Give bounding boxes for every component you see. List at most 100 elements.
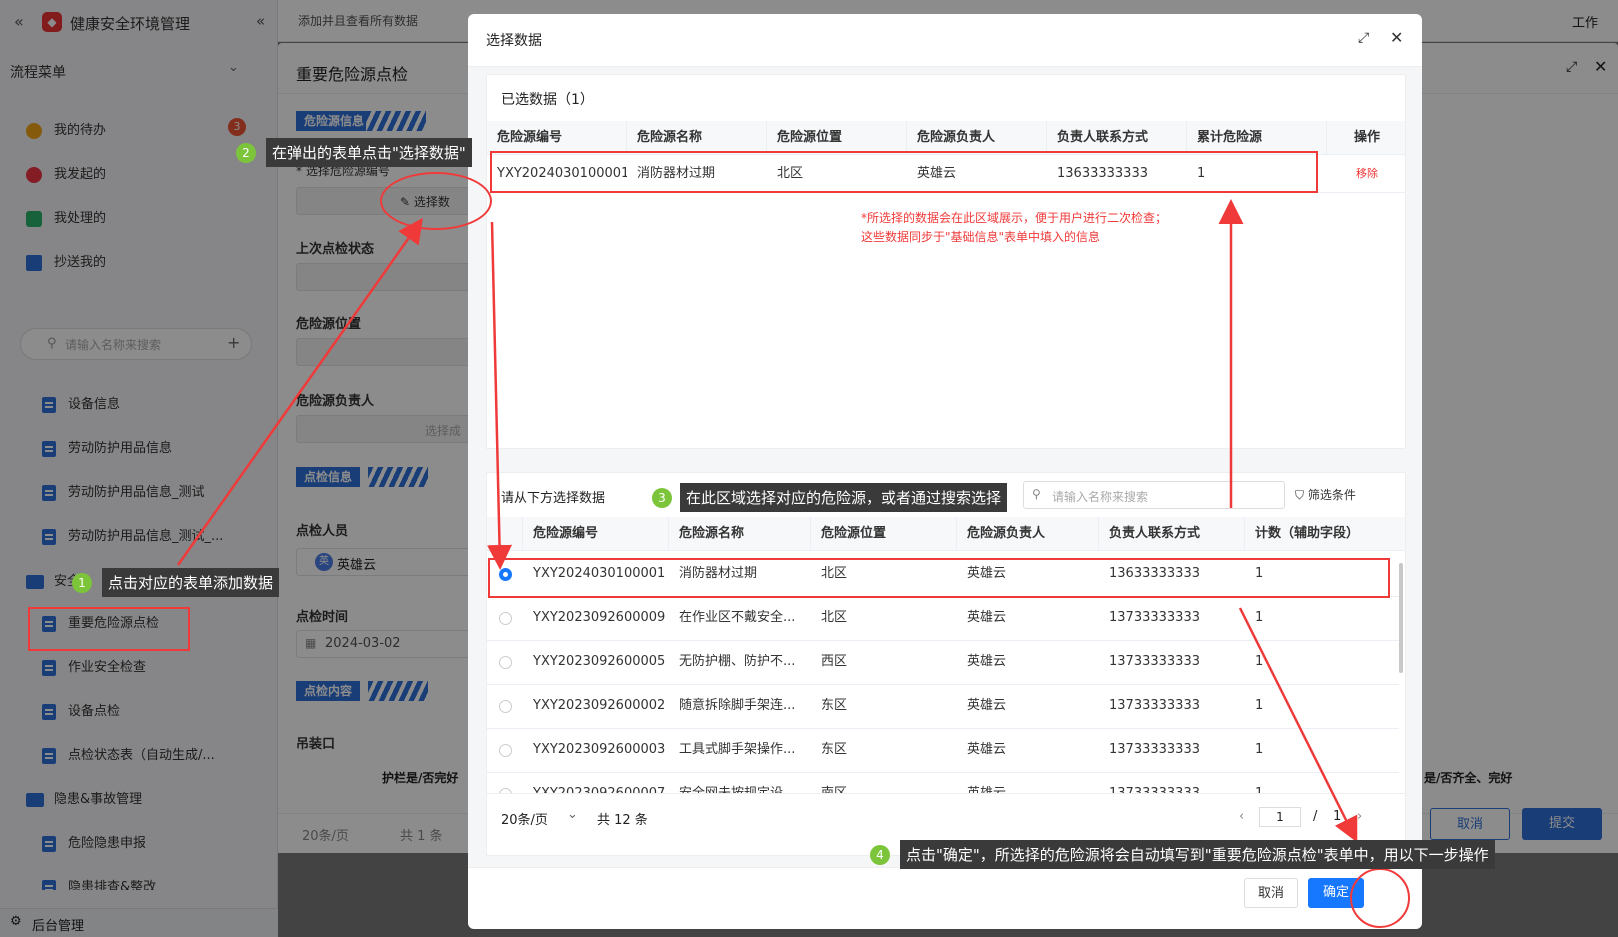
page-input[interactable]: 1 [1259, 807, 1301, 827]
selected-panel: 已选数据（1） 危险源编号 危险源名称 危险源位置 危险源负责人 负责人联系方式… [486, 74, 1406, 449]
table-row[interactable]: YXY2023092600005 无防护棚、防护不... 西区 英雄云 13733333… [487, 641, 1399, 685]
total-count: 共 12 条 [597, 813, 648, 828]
confirm-button[interactable]: 确定 [1308, 878, 1364, 908]
step-number-4: 4 [870, 845, 890, 865]
prev-page-icon[interactable]: ‹ [1239, 809, 1244, 824]
cell: 英雄云 [967, 610, 1007, 625]
step-number-3: 3 [652, 488, 672, 508]
col-header: 累计危险源 [1187, 121, 1327, 155]
col-header: 危险源编号 [523, 517, 669, 551]
col-header: 危险源位置 [811, 517, 957, 551]
cell: 英雄云 [957, 773, 1099, 793]
selected-note: *所选择的数据会在此区域展示，便于用户进行二次检查； 这些数据同步于"基础信息"… [861, 209, 1167, 247]
cell: 1 [1255, 566, 1264, 581]
col-header: 危险源编号 [487, 121, 627, 155]
cell: 1 [1255, 654, 1264, 669]
cell: 南区 [811, 773, 957, 793]
step-1-callout: 点击对应的表单添加数据 [102, 568, 280, 597]
col-header: 危险源负责人 [957, 517, 1099, 551]
modal-title: 选择数据 [486, 33, 542, 49]
cell: 安全网未按规定设... [669, 773, 811, 793]
cell: YXY2023092600009 [533, 610, 666, 625]
cell: 东区 [821, 698, 848, 713]
cell: 13733333333 [1109, 610, 1200, 625]
cell: 无防护棚、防护不... [679, 654, 796, 669]
cell: 1 [1255, 742, 1264, 757]
cancel-button[interactable]: 取消 [1244, 878, 1298, 908]
radio-button[interactable] [499, 612, 512, 625]
cell: 英雄云 [967, 654, 1007, 669]
page-separator: / [1313, 809, 1318, 824]
search-input[interactable]: ⚲ 请输入名称来搜索 [1023, 481, 1285, 509]
step-3-callout: 在此区域选择对应的危险源，或者通过搜索选择 [680, 483, 1008, 512]
search-icon: ⚲ [1032, 487, 1041, 501]
cell: 1 [1255, 610, 1264, 625]
filter-icon: ⛉ [1295, 488, 1308, 502]
note-line-1: *所选择的数据会在此区域展示，便于用户进行二次检查； [861, 211, 1168, 225]
step-2-callout: 在弹出的表单点击"选择数据" [266, 138, 472, 167]
cell: 英雄云 [967, 566, 1007, 581]
cell: 13633333333 [1057, 166, 1148, 181]
next-page-icon[interactable]: › [1357, 809, 1362, 824]
col-header: 危险源负责人 [907, 121, 1047, 155]
cell: 英雄云 [967, 698, 1007, 713]
cell: 13733333333 [1109, 742, 1200, 757]
page-size-select[interactable]: 20条/页 [501, 809, 548, 828]
cell: 东区 [821, 742, 848, 757]
radio-button[interactable] [499, 568, 512, 581]
step-4-callout: 点击"确定"，所选择的危险源将会自动填写到"重要危险源点检"表单中，用以下一步操… [900, 840, 1495, 869]
cell: YXY2023092600005 [533, 654, 666, 669]
list-table-header: 危险源编号 危险源名称 危险源位置 危险源负责人 负责人联系方式 计数（辅助字段… [487, 517, 1405, 551]
search-placeholder: 请输入名称来搜索 [1052, 490, 1149, 504]
cell: 13733333333 [1099, 773, 1245, 793]
cell: 13633333333 [1109, 566, 1200, 581]
radio-button[interactable] [499, 700, 512, 713]
page-total: 1 [1333, 809, 1342, 824]
cell: 13733333333 [1109, 654, 1200, 669]
scrollbar[interactable] [1399, 563, 1403, 673]
remove-link[interactable]: 移除 [1327, 155, 1407, 193]
select-data-modal: 选择数据 ⤢ ✕ 已选数据（1） 危险源编号 危险源名称 危险源位置 危险源负责… [468, 14, 1422, 929]
cell: YXY2023092600002 [533, 698, 666, 713]
selected-row: YXY2024030100001 消防器材过期 北区 英雄云 136333333… [487, 155, 1405, 193]
selected-table-header: 危险源编号 危险源名称 危险源位置 危险源负责人 负责人联系方式 累计危险源 操… [487, 121, 1405, 155]
fullscreen-icon[interactable]: ⤢ [1358, 30, 1369, 46]
filter-button[interactable]: ⛉ 筛选条件 [1295, 486, 1356, 503]
col-header: 操作 [1353, 130, 1380, 145]
list-title: 请从下方选择数据 [501, 491, 606, 506]
list-panel: 请从下方选择数据 ⚲ 请输入名称来搜索 ⛉ 筛选条件 危险源编号 危险源名称 危… [486, 472, 1407, 856]
cell: YXY2024030100001 [497, 166, 627, 181]
cell: 1 [1245, 773, 1397, 793]
col-header: 危险源名称 [669, 517, 811, 551]
table-row[interactable]: YXY2023092600002 随意拆除脚手架连... 东区 英雄云 13733333… [487, 685, 1399, 729]
col-header: 危险源名称 [627, 121, 767, 155]
cell: 北区 [821, 566, 848, 581]
step-number-2: 2 [236, 143, 256, 163]
table-row[interactable]: YXY2023092600003 工具式脚手架操作... 东区 英雄云 13733333… [487, 729, 1399, 773]
cell: 北区 [821, 610, 848, 625]
cell: 1 [1197, 166, 1206, 181]
cell: YXY2024030100001 [533, 566, 666, 581]
cell: 西区 [821, 654, 848, 669]
close-icon[interactable]: ✕ [1390, 28, 1403, 47]
col-header: 危险源位置 [767, 121, 907, 155]
filter-label: 筛选条件 [1307, 488, 1356, 502]
table-row[interactable]: YXY2023092600007安全网未按规定设...南区英雄云13733333… [487, 773, 1399, 793]
note-line-2: 这些数据同步于"基础信息"表单中填入的信息 [861, 230, 1101, 244]
cell: 消防器材过期 [679, 566, 758, 581]
col-header: 计数（辅助字段） [1255, 526, 1360, 541]
cell: 在作业区不戴安全... [679, 610, 796, 625]
table-row[interactable]: YXY2023092600009 在作业区不戴安全... 北区 英雄云 13733333… [487, 597, 1399, 641]
list-body: YXY2024030100001 消防器材过期 北区 英雄云 13633333333 1 … [487, 553, 1399, 793]
cell: 13733333333 [1109, 698, 1200, 713]
radio-button[interactable] [499, 656, 512, 669]
cell: 消防器材过期 [637, 166, 716, 181]
chevron-down-icon[interactable]: ⌄ [567, 807, 578, 822]
cell: 英雄云 [967, 742, 1007, 757]
col-header: 负责人联系方式 [1047, 121, 1187, 155]
table-row[interactable]: YXY2024030100001 消防器材过期 北区 英雄云 13633333333 1 [487, 553, 1399, 597]
cell: 北区 [777, 166, 804, 181]
col-header: 负责人联系方式 [1099, 517, 1245, 551]
cell: 1 [1255, 698, 1264, 713]
radio-button[interactable] [499, 744, 512, 757]
